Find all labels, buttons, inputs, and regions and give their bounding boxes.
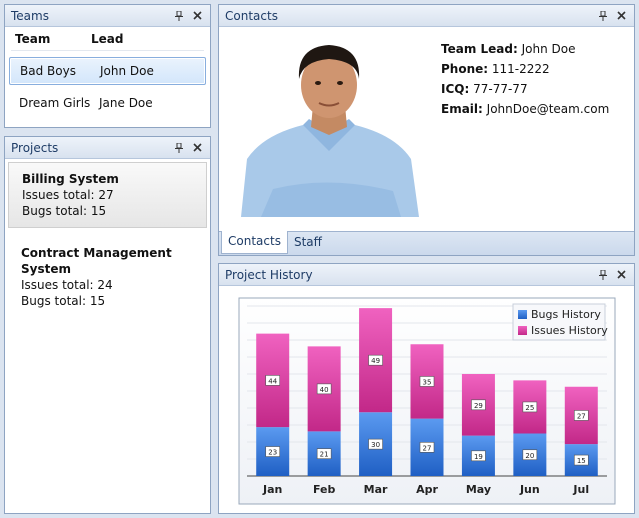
teams-panel: Teams Team Lead Bad Boys John Doe Dream … [4,4,211,128]
close-icon[interactable] [190,141,204,155]
list-item[interactable]: Billing System Issues total: 27 Bugs tot… [8,162,207,228]
legend-label: Bugs History [531,308,601,321]
contact-details: Team Lead: John Doe Phone: 111-2222 ICQ:… [219,27,634,232]
team-lead: John Doe [100,64,154,78]
data-label: 40 [320,386,329,394]
chart-canvas: 23 44 Jan 21 40 Feb 30 49 Mar 27 35 Apr 19 29 May 20 25 J… [238,297,616,505]
x-tick-label: Mar [364,483,388,496]
project-issues: Issues total: 24 [21,278,113,292]
pin-icon[interactable] [172,9,186,23]
x-tick-label: Jun [519,483,540,496]
team-lead-line: Team Lead: John Doe [441,39,609,59]
x-tick-label: Jul [572,483,589,496]
data-label: 29 [474,402,483,410]
legend-swatch [518,326,527,335]
team-name: Bad Boys [20,64,76,78]
close-icon[interactable] [190,9,204,23]
data-label: 21 [320,451,329,459]
data-label: 35 [423,378,432,386]
table-row[interactable]: Bad Boys John Doe [9,57,206,85]
x-tick-label: Jan [262,483,282,496]
data-label: 20 [525,452,534,460]
data-label: 27 [577,412,586,420]
project-bugs: Bugs total: 15 [21,294,106,308]
close-icon[interactable] [614,268,628,282]
team-lead: Jane Doe [99,96,153,110]
data-label: 44 [268,377,277,385]
column-header-lead[interactable]: Lead [91,32,123,46]
contacts-panel-title: Contacts [225,8,278,23]
data-label: 30 [371,441,380,449]
legend-swatch [518,310,527,319]
team-lead-photo [233,39,426,217]
data-label: 23 [268,449,277,457]
phone-value: 111-2222 [491,62,550,76]
data-label: 27 [423,444,432,452]
project-issues: Issues total: 27 [22,188,114,202]
pin-icon[interactable] [596,9,610,23]
project-name: Billing System [22,172,119,186]
contact-info: Team Lead: John Doe Phone: 111-2222 ICQ:… [426,39,609,232]
teams-panel-title: Teams [11,8,49,23]
list-item[interactable]: Contract Management System Issues total:… [5,231,210,317]
projects-panel-header: Projects [5,137,210,159]
contacts-panel: Contacts Team Lead: John Doe Phone: 111-… [218,4,635,256]
x-tick-label: Feb [313,483,336,496]
team-name: Dream Girls [19,96,91,110]
project-history-panel-title: Project History [225,267,313,282]
email-label: Email: [441,102,483,116]
project-name: Contract Management System [21,246,172,276]
project-history-panel-header: Project History [219,264,634,286]
x-tick-label: Apr [416,483,438,496]
tab-staff[interactable]: Staff [288,232,328,254]
data-label: 19 [474,453,483,461]
contacts-panel-header: Contacts [219,5,634,27]
icq-label: ICQ: [441,82,470,96]
column-header-team[interactable]: Team [11,32,91,46]
project-history-chart: 23 44 Jan 21 40 Feb 30 49 Mar 27 35 Apr 19 29 May 20 25 J… [237,296,617,506]
phone-label: Phone: [441,62,489,76]
team-lead-value: John Doe [521,42,576,56]
data-label: 15 [577,457,586,465]
phone-line: Phone: 111-2222 [441,59,609,79]
project-history-panel: Project History 23 44 Jan 21 40 Feb 30 4… [218,263,635,514]
icq-value: 77-77-77 [473,82,528,96]
contacts-tabstrip: Contacts Staff [219,231,634,255]
x-tick-label: May [466,483,491,496]
projects-panel: Projects Billing System Issues total: 27… [4,136,211,514]
email-value: JohnDoe@team.com [486,102,610,116]
close-icon[interactable] [614,9,628,23]
table-row[interactable]: Dream Girls Jane Doe [5,89,210,117]
projects-panel-title: Projects [11,140,59,155]
teams-grid-header: Team Lead [11,27,204,51]
icq-line: ICQ: 77-77-77 [441,79,609,99]
pin-icon[interactable] [172,141,186,155]
data-label: 49 [371,357,380,365]
email-line: Email: JohnDoe@team.com [441,99,609,119]
project-bugs: Bugs total: 15 [22,204,107,218]
legend-label: Issues History [531,324,608,337]
tab-contacts[interactable]: Contacts [221,231,288,254]
team-lead-label: Team Lead: [441,42,518,56]
teams-panel-header: Teams [5,5,210,27]
pin-icon[interactable] [596,268,610,282]
data-label: 25 [525,404,534,412]
